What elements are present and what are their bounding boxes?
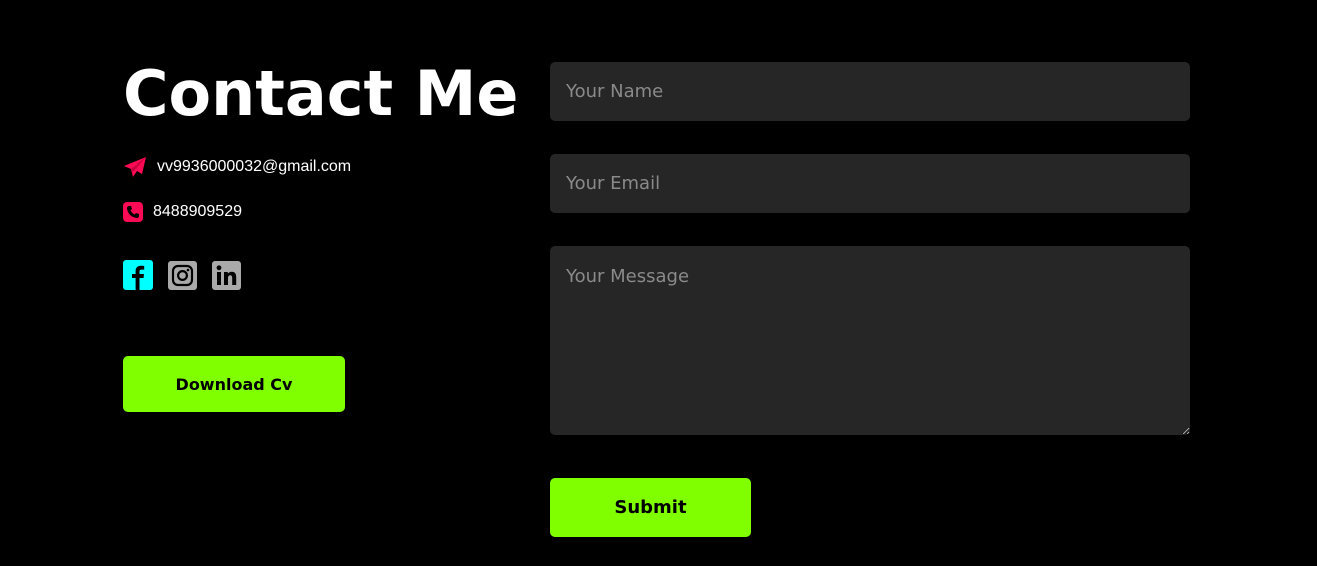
facebook-icon[interactable]: [123, 260, 153, 290]
phone-text: 8488909529: [153, 203, 242, 220]
paper-plane-icon: [123, 156, 147, 178]
contact-section: Contact Me vv9936000032@gmail.com 848890…: [0, 0, 1317, 566]
email-text: vv9936000032@gmail.com: [157, 158, 352, 175]
social-links: [123, 260, 256, 290]
phone-icon: [123, 202, 143, 222]
linkedin-icon[interactable]: [212, 261, 241, 290]
email-line: vv9936000032@gmail.com: [123, 156, 351, 178]
message-textarea[interactable]: [550, 246, 1190, 435]
name-input[interactable]: [550, 62, 1190, 121]
submit-button[interactable]: Submit: [550, 478, 751, 537]
email-input[interactable]: [550, 154, 1190, 213]
phone-line: 8488909529: [123, 202, 242, 222]
instagram-icon[interactable]: [168, 261, 197, 290]
download-cv-button[interactable]: Download Cv: [123, 356, 345, 412]
page-title: Contact Me: [123, 57, 519, 130]
